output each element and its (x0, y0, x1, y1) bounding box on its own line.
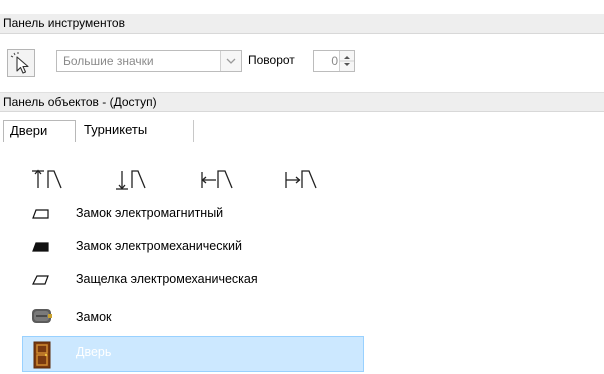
tab-turnstiles-label: Турникеты (84, 122, 148, 137)
rotation-value: 0 (331, 54, 338, 68)
list-item-label: Замок (76, 310, 112, 324)
stepper-buttons[interactable] (339, 51, 354, 71)
objects-panel-header: Панель объектов - (Доступ) (0, 92, 604, 112)
objects-tabs: Двери Турникеты (0, 118, 604, 142)
list-item-label: Замок электромагнитный (76, 206, 224, 220)
list-item-electromechanical-lock[interactable]: Замок электромеханический (22, 231, 364, 264)
tab-turnstiles[interactable]: Турникеты (76, 120, 194, 142)
toolbar-panel-header: Панель инструментов (0, 14, 604, 34)
door-types-row (30, 168, 370, 194)
electromagnetic-lock-icon (32, 209, 49, 219)
lock-icon (32, 309, 52, 323)
chevron-down-icon[interactable] (220, 51, 241, 71)
list-item-label: Защелка электромеханическая (76, 272, 258, 286)
toolbar: Большие значки Поворот 0 (0, 44, 604, 78)
pointer-cursor-icon (10, 52, 29, 74)
list-item-door[interactable]: Дверь (22, 336, 364, 372)
toolbar-panel-title: Панель инструментов (3, 16, 125, 30)
list-item-electromechanical-latch[interactable]: Защелка электромеханическая (22, 264, 364, 297)
electromechanical-latch-icon (32, 275, 49, 285)
door-down-arrow-icon[interactable] (114, 168, 154, 192)
list-item-electromagnetic-lock[interactable]: Замок электромагнитный (22, 198, 364, 231)
rotation-stepper[interactable]: 0 (313, 50, 355, 72)
electromechanical-lock-icon (32, 242, 49, 252)
tab-doors-label: Двери (10, 123, 48, 138)
objects-panel-title: Панель объектов - (Доступ) (3, 95, 157, 109)
door-icon (33, 341, 51, 369)
stepper-down-icon (344, 63, 350, 66)
door-up-arrow-icon[interactable] (30, 168, 70, 192)
list-item-lock[interactable]: Замок (22, 302, 364, 335)
view-mode-value: Большие значки (63, 54, 154, 68)
list-item-label: Замок электромеханический (76, 239, 242, 253)
door-right-arrow-icon[interactable] (284, 168, 326, 192)
rotation-label: Поворот (248, 53, 295, 67)
tab-doors[interactable]: Двери (3, 120, 76, 142)
view-mode-dropdown[interactable]: Большие значки (56, 50, 242, 72)
door-left-arrow-icon[interactable] (200, 168, 242, 192)
pointer-cursor-button[interactable] (7, 49, 35, 77)
stepper-up-icon (344, 56, 350, 59)
list-item-label: Дверь (76, 345, 112, 359)
